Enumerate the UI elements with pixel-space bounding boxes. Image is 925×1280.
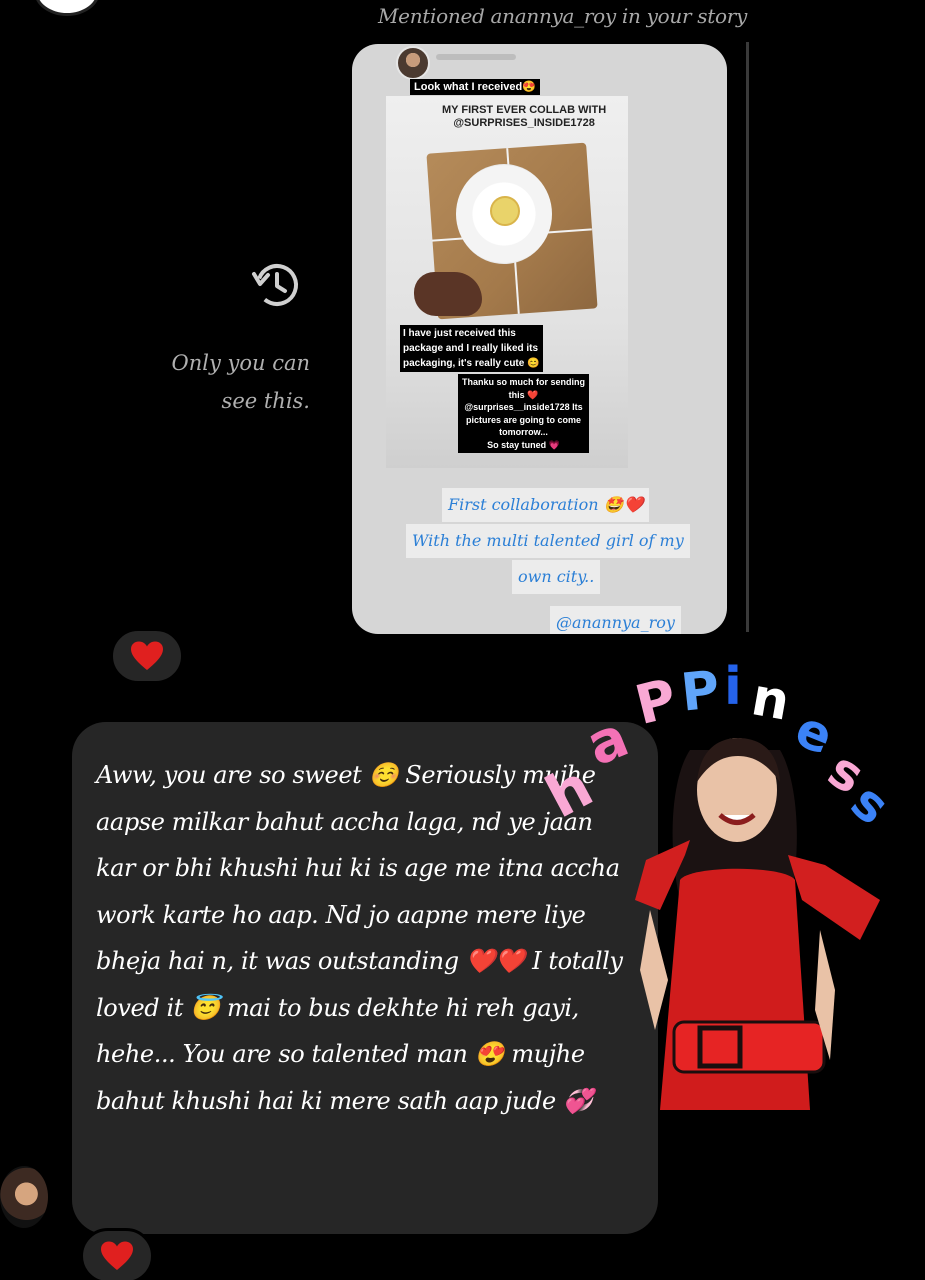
reply-thread-line	[746, 42, 749, 632]
svg-text:n: n	[747, 667, 794, 733]
story-text-look: Look what I received😍	[410, 79, 540, 95]
package-seal-sticker	[490, 196, 520, 226]
svg-text:i: i	[724, 657, 742, 717]
story-caption-line: own city..	[512, 560, 601, 594]
reaction-badge[interactable]	[80, 1228, 154, 1280]
story-caption-line: With the multi talented girl of my	[406, 524, 690, 558]
svg-text:h: h	[540, 752, 603, 831]
happiness-sticker: h a P P i n e s s	[540, 657, 900, 1110]
shared-story-card[interactable]: Look what I received😍 MY FIRST EVER COLL…	[352, 44, 727, 634]
story-text-received: I have just received this package and I …	[400, 325, 543, 372]
story-author-avatar	[396, 46, 430, 80]
svg-text:a: a	[578, 705, 637, 779]
svg-text:P: P	[678, 660, 722, 724]
sender-avatar[interactable]	[0, 1166, 48, 1228]
story-caption-line: First collaboration 🤩❤️	[442, 488, 650, 522]
top-avatar[interactable]	[34, 0, 100, 16]
privacy-note: Only you can see this.	[171, 351, 310, 413]
heart-icon	[101, 1241, 133, 1270]
svg-text:P: P	[629, 666, 683, 737]
story-author-username-placeholder	[436, 54, 516, 60]
heart-icon	[131, 641, 163, 670]
hand-image	[414, 272, 482, 316]
story-mention-header: Mentioned anannya_roy in your story	[378, 4, 747, 28]
svg-text:e: e	[788, 700, 841, 766]
reaction-badge[interactable]	[110, 628, 184, 684]
story-text-thanks: Thanku so much for sending this ❤️ @surp…	[458, 374, 590, 453]
story-caption-mention[interactable]: @anannya_roy	[550, 606, 681, 634]
story-text-collab: MY FIRST EVER COLLAB WITH @SURPRISES_INS…	[442, 104, 607, 129]
view-once-history-icon	[252, 264, 298, 306]
